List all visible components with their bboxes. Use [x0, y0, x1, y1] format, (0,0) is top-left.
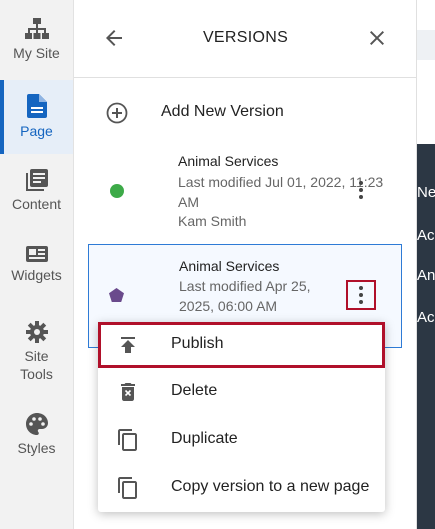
menu-item-publish[interactable]: Publish [98, 322, 385, 368]
sidebar-item-label: Site Tools [20, 348, 53, 382]
menu-item-label: Copy version to a new page [171, 478, 370, 495]
sidebar-item-site-tools[interactable]: Site Tools [0, 310, 73, 394]
sidebar-item-label: Styles [17, 440, 56, 456]
left-sidebar: My Site Page Content Widgets Site Tools … [0, 0, 74, 529]
version-modified-line1: Last modified Apr 25, [179, 278, 311, 294]
version-menu-button[interactable] [346, 280, 376, 310]
sidebar-item-content[interactable]: Content [0, 154, 73, 228]
add-circle-icon [106, 102, 128, 129]
trash-icon [116, 380, 140, 404]
page-toolbar-fragment [417, 30, 435, 60]
version-modified-line2: 2025, 06:00 AM [179, 298, 278, 314]
background-text-fragment: Ne [417, 184, 435, 201]
version-author: Kam Smith [178, 213, 247, 229]
sitemap-icon [24, 18, 49, 40]
version-menu-button[interactable] [346, 175, 376, 205]
publish-icon [116, 333, 140, 357]
menu-item-delete[interactable]: Delete [98, 369, 385, 415]
page-icon [26, 94, 47, 118]
duplicate-icon [116, 428, 140, 452]
menu-item-copy-to-new-page[interactable]: Copy version to a new page [98, 465, 385, 511]
menu-item-duplicate[interactable]: Duplicate [98, 417, 385, 463]
menu-item-label: Publish [171, 335, 224, 352]
panel-header: VERSIONS [74, 0, 417, 78]
sidebar-item-my-site[interactable]: My Site [0, 3, 73, 77]
add-new-version-button[interactable]: Add New Version [74, 90, 417, 134]
version-item[interactable]: Animal Services Last modified Jul 01, 20… [88, 148, 402, 238]
background-text-fragment: Ac [417, 227, 435, 244]
add-new-version-label: Add New Version [161, 103, 284, 120]
sidebar-item-page[interactable]: Page [0, 80, 73, 154]
dark-section-fragment [417, 144, 435, 529]
version-name: Animal Services [179, 258, 280, 274]
page-canvas-background: Ne Ac An Ac [417, 0, 435, 529]
sidebar-item-label: Page [20, 123, 53, 139]
palette-icon [25, 413, 48, 435]
status-published-icon [110, 184, 124, 203]
more-vertical-icon [359, 181, 363, 199]
gear-icon [25, 321, 48, 343]
sidebar-item-label: Content [11, 196, 62, 212]
sidebar-item-widgets[interactable]: Widgets [0, 228, 73, 302]
status-scheduled-icon [109, 288, 124, 307]
menu-item-label: Delete [171, 382, 218, 399]
background-text-fragment: Ac [417, 309, 435, 326]
menu-item-label: Duplicate [171, 430, 238, 447]
version-modified-line2: AM [178, 194, 199, 210]
version-context-menu: Publish Delete Duplicate Copy version to… [98, 322, 385, 512]
more-vertical-icon [359, 286, 363, 304]
sidebar-item-label: My Site [13, 45, 60, 61]
sidebar-item-label: Widgets [11, 267, 62, 283]
content-library-icon [25, 169, 48, 191]
copy-icon [116, 476, 140, 500]
background-text-fragment: An [417, 267, 435, 284]
version-name: Animal Services [178, 153, 279, 169]
widgets-icon [25, 246, 48, 262]
close-icon[interactable] [365, 26, 389, 50]
sidebar-item-styles[interactable]: Styles [0, 398, 73, 472]
